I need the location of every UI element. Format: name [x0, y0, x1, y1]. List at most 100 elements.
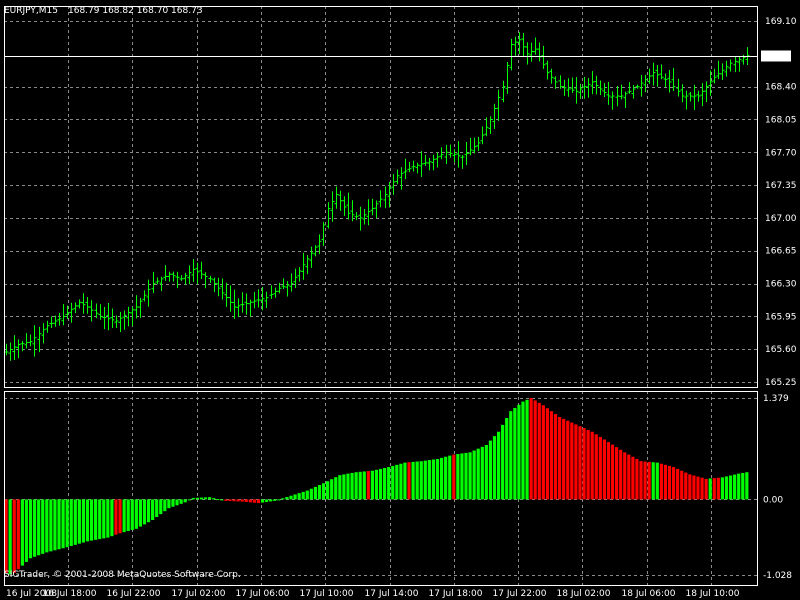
- histogram-bar: [533, 400, 537, 500]
- price-bar: [720, 63, 725, 81]
- histogram-bar: [346, 473, 350, 500]
- histogram-bar: [741, 472, 745, 500]
- price-bar: [191, 259, 196, 282]
- price-bar: [578, 83, 583, 99]
- price-bar: [28, 334, 33, 347]
- histogram-bar: [65, 499, 69, 548]
- time-tick-label: 18 Jul 02:00: [557, 589, 611, 599]
- price-bar: [545, 60, 550, 80]
- histogram-bar: [724, 476, 729, 500]
- price-bar: [667, 69, 672, 93]
- histogram-bar: [745, 472, 749, 500]
- price-tick-label: 167.70: [765, 148, 797, 158]
- price-bar: [395, 169, 400, 185]
- price-bar: [619, 84, 624, 100]
- histogram-bar: [167, 499, 171, 509]
- copyright-label: SIGTrader, © 2001-2008 MetaQuotes Softwa…: [4, 570, 241, 580]
- histogram-bar: [619, 449, 623, 500]
- price-bar: [203, 272, 208, 289]
- price-bar: [289, 273, 294, 292]
- price-bar: [37, 326, 42, 353]
- histogram-bar: [712, 478, 716, 500]
- histogram-bar: [387, 467, 391, 500]
- price-bar: [301, 252, 306, 280]
- histogram-bar: [484, 444, 488, 500]
- histogram-bar: [285, 497, 289, 500]
- price-bar: [293, 268, 298, 288]
- histogram-bar: [236, 499, 240, 502]
- price-tick-label: 168.05: [765, 115, 797, 125]
- histogram-bar: [602, 439, 606, 500]
- price-tick-label: 165.95: [765, 312, 797, 322]
- histogram-bar: [391, 465, 395, 500]
- histogram-bar: [330, 479, 334, 500]
- price-bar: [8, 342, 13, 361]
- price-bar: [163, 265, 168, 281]
- price-bar: [248, 299, 253, 317]
- histogram-bar: [370, 470, 374, 500]
- histogram-bar: [16, 499, 20, 570]
- histogram-bar: [199, 497, 204, 500]
- histogram-bar: [45, 499, 49, 553]
- price-bar: [49, 316, 54, 328]
- histogram-bar: [566, 420, 570, 500]
- time-tick-label: 18 Jul 10:00: [686, 589, 740, 599]
- price-bar: [73, 302, 78, 314]
- price-bar: [492, 103, 497, 129]
- price-bar: [179, 275, 184, 281]
- histogram-bar: [468, 452, 472, 500]
- current-price-badge: 168.73: [760, 50, 792, 63]
- histogram-bar: [667, 465, 672, 500]
- time-tick-label: 17 Jul 22:00: [493, 589, 547, 599]
- price-bar: [240, 292, 245, 313]
- histogram-bar: [37, 499, 41, 556]
- histogram-bar: [281, 498, 285, 500]
- histogram-bar: [374, 469, 379, 500]
- price-bar: [228, 285, 233, 312]
- histogram-bar: [582, 428, 586, 500]
- price-bar: [476, 136, 481, 152]
- histogram-bar: [146, 499, 151, 523]
- price-bar: [69, 302, 74, 323]
- histogram-bar: [671, 467, 676, 500]
- price-bar: [224, 282, 229, 307]
- price-bar: [167, 271, 172, 282]
- price-bar: [94, 303, 99, 319]
- price-bar: [415, 162, 420, 174]
- price-bar: [533, 37, 538, 55]
- indicator-histogram: [4, 398, 749, 575]
- price-bar: [419, 151, 424, 177]
- histogram-bar: [313, 486, 318, 500]
- price-bar: [716, 60, 721, 80]
- price-bar: [724, 60, 729, 77]
- price-tick-label: 165.60: [765, 345, 797, 355]
- price-bar: [12, 335, 17, 360]
- price-bar: [362, 208, 367, 225]
- price-bars: [4, 32, 750, 361]
- current-price-label: 168.73: [760, 53, 792, 63]
- price-bar: [220, 278, 225, 300]
- histogram-bar: [578, 426, 582, 500]
- histogram-bar: [77, 499, 81, 544]
- price-bar: [370, 198, 375, 216]
- histogram-bar: [496, 431, 501, 500]
- price-bar: [509, 38, 514, 71]
- histogram-bar: [635, 458, 639, 500]
- histogram-bar: [362, 471, 366, 500]
- histogram-bar: [12, 499, 16, 573]
- histogram-bar: [305, 490, 309, 500]
- histogram-bar: [32, 499, 37, 557]
- price-bar: [484, 117, 489, 137]
- price-bar: [448, 144, 453, 158]
- price-bar: [171, 271, 176, 282]
- price-bar: [610, 91, 615, 110]
- price-bar: [501, 80, 506, 103]
- histogram-bar: [395, 464, 399, 500]
- histogram-bar: [663, 464, 668, 500]
- price-tick-label: 168.40: [765, 83, 797, 93]
- histogram-bar: [248, 499, 252, 503]
- price-bar: [208, 275, 213, 283]
- indicator-tick-label: -1.028: [763, 571, 792, 581]
- price-bar: [32, 325, 37, 357]
- price-bar: [142, 290, 147, 302]
